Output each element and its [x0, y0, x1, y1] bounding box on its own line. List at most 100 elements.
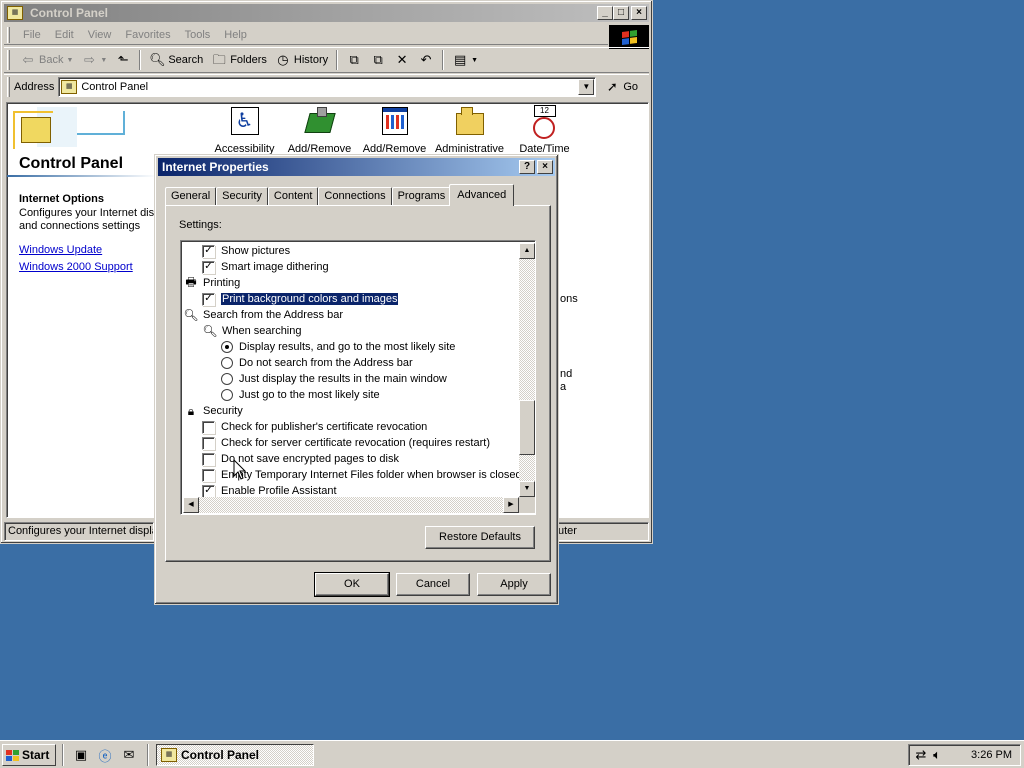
control-panel-titlebar[interactable]: ▦ Control Panel _ □ ×	[4, 4, 649, 22]
folders-button[interactable]: 🗀 Folders	[207, 49, 271, 71]
settings-group: 🔍︎ Search from the Address bar	[183, 307, 343, 323]
menu-favorites[interactable]: Favorites	[118, 29, 177, 41]
checkbox[interactable]: ✓	[202, 292, 215, 306]
radio-button[interactable]	[221, 357, 233, 369]
radio-button[interactable]	[221, 389, 233, 401]
checkbox[interactable]	[202, 452, 215, 466]
tab-advanced[interactable]: Advanced	[449, 184, 515, 206]
settings-option[interactable]: Just go to the most likely site	[221, 387, 380, 403]
chevron-down-icon: ▼	[471, 56, 479, 64]
settings-option[interactable]: Display results, and go to the most like…	[221, 339, 455, 355]
checkbox[interactable]	[202, 420, 215, 434]
internet-explorer-icon[interactable]: ⓔ	[96, 746, 114, 764]
copy-to-button[interactable]: ⧉	[366, 49, 390, 71]
menu-help[interactable]: Help	[217, 29, 254, 41]
settings-option[interactable]: Do not search from the Address bar	[221, 355, 413, 371]
history-button[interactable]: ◷ History	[271, 49, 332, 71]
windows-update-link[interactable]: Windows Update	[19, 244, 102, 256]
menu-file[interactable]: File	[16, 29, 48, 41]
tab-content[interactable]: Content	[267, 187, 319, 206]
date-time-item[interactable]: 12 Date/Time	[507, 105, 582, 155]
back-button[interactable]: ⇦ Back ▼	[16, 49, 77, 71]
checkbox[interactable]: ✓	[202, 260, 215, 274]
add-remove-programs-icon	[378, 105, 412, 139]
add-remove-programs-item[interactable]: Add/Remove	[357, 105, 432, 155]
accessibility-item[interactable]: ♿ Accessibility	[207, 105, 282, 155]
vertical-scrollbar[interactable]: ▲ ▼	[519, 243, 535, 497]
date-time-icon: 12	[528, 105, 562, 139]
taskbar-control-panel-button[interactable]: ▦ Control Panel	[156, 744, 314, 766]
scroll-up-button[interactable]: ▲	[519, 243, 535, 259]
checkbox[interactable]	[202, 468, 215, 482]
minimize-button[interactable]: _	[597, 6, 613, 20]
close-button[interactable]: ×	[631, 6, 647, 20]
forward-button[interactable]: ⇨ ▼	[77, 49, 111, 71]
standard-toolbar: ⇦ Back ▼ ⇨ ▼ ⬑ 🔍︎ Search 🗀 Folders ◷ His…	[4, 47, 649, 73]
scroll-thumb[interactable]	[519, 400, 535, 455]
tab-general[interactable]: General	[165, 187, 217, 206]
address-dropdown-button[interactable]: ▼	[578, 78, 595, 95]
advanced-tab-panel: Settings: ✓ Show pictures ✓ Smart image dit…	[165, 205, 551, 562]
settings-option[interactable]: Check for server certificate revocation …	[202, 435, 490, 451]
administrative-tools-item[interactable]: Administrative	[432, 105, 507, 155]
tab-connections[interactable]: Connections	[318, 187, 392, 206]
address-input[interactable]: ▦ Control Panel ▼	[58, 76, 597, 97]
menu-edit[interactable]: Edit	[48, 29, 81, 41]
cancel-button[interactable]: Cancel	[396, 573, 470, 596]
up-folder-icon: ⬑	[117, 52, 129, 67]
volume-icon[interactable]: 🔈︎	[929, 747, 945, 763]
scroll-left-button[interactable]: ◀	[183, 497, 199, 513]
up-folder-button[interactable]: ⬑	[111, 49, 135, 71]
lock-icon: 🔒︎	[187, 403, 195, 418]
checkbox[interactable]: ✓	[202, 484, 215, 497]
scroll-down-button[interactable]: ▼	[519, 481, 535, 497]
address-label: Address	[14, 80, 55, 93]
clock[interactable]: 3:26 PM	[971, 749, 1012, 761]
ok-button[interactable]: OK	[314, 572, 390, 597]
settings-label: Settings:	[179, 219, 222, 231]
maximize-button[interactable]: □	[613, 6, 629, 20]
settings-option[interactable]: Do not save encrypted pages to disk	[202, 451, 399, 467]
webview-panel: Control Panel Internet Options Configure…	[7, 103, 157, 519]
network-icon[interactable]: ⇄	[913, 747, 929, 763]
start-button[interactable]: Start	[2, 744, 56, 766]
menu-view[interactable]: View	[81, 29, 119, 41]
search-button[interactable]: 🔍︎ Search	[145, 49, 207, 71]
dialog-titlebar[interactable]: Internet Properties ? ×	[158, 158, 555, 176]
copy-to-icon: ⧉	[373, 52, 383, 67]
apply-button[interactable]: Apply	[477, 573, 551, 596]
dialog-close-button[interactable]: ×	[537, 160, 553, 174]
settings-option[interactable]: Empty Temporary Internet Files folder wh…	[202, 467, 519, 483]
restore-defaults-button[interactable]: Restore Defaults	[425, 526, 535, 549]
radio-button[interactable]	[221, 341, 233, 353]
tab-security[interactable]: Security	[216, 187, 268, 206]
radio-button[interactable]	[221, 373, 233, 385]
checkbox[interactable]: ✓	[202, 244, 215, 258]
settings-option[interactable]: ✓ Enable Profile Assistant	[202, 483, 337, 497]
magnifier-icon: 🔍︎	[202, 324, 218, 338]
horizontal-scrollbar[interactable]: ◀ ▶	[183, 497, 519, 513]
settings-option[interactable]: ✓ Show pictures	[202, 243, 290, 259]
folders-icon: 🗀	[212, 52, 226, 67]
control-panel-icon: ▦	[161, 748, 177, 762]
menu-tools[interactable]: Tools	[178, 29, 218, 41]
settings-option[interactable]: ✓ Print background colors and images	[202, 291, 400, 307]
delete-button[interactable]: ✕	[390, 49, 414, 71]
help-button[interactable]: ?	[519, 160, 535, 174]
scroll-right-button[interactable]: ▶	[503, 497, 519, 513]
undo-button[interactable]: ↶	[414, 49, 438, 71]
settings-option[interactable]: Check for publisher's certificate revoca…	[202, 419, 427, 435]
history-icon: ◷	[277, 52, 289, 67]
settings-option[interactable]: Just display the results in the main win…	[221, 371, 447, 387]
settings-option[interactable]: ✓ Smart image dithering	[202, 259, 329, 275]
checkbox[interactable]	[202, 436, 215, 450]
show-desktop-icon[interactable]: ▣	[72, 746, 90, 764]
views-button[interactable]: ▤ ▼	[448, 49, 482, 71]
move-to-button[interactable]: ⧉	[342, 49, 366, 71]
outlook-express-icon[interactable]: ✉	[120, 746, 138, 764]
delete-x-icon: ✕	[396, 52, 408, 67]
go-button[interactable]: ➚ Go	[604, 79, 638, 95]
tab-programs[interactable]: Programs	[391, 187, 452, 206]
windows-2000-support-link[interactable]: Windows 2000 Support	[19, 261, 133, 273]
add-remove-hardware-item[interactable]: Add/Remove	[282, 105, 357, 155]
